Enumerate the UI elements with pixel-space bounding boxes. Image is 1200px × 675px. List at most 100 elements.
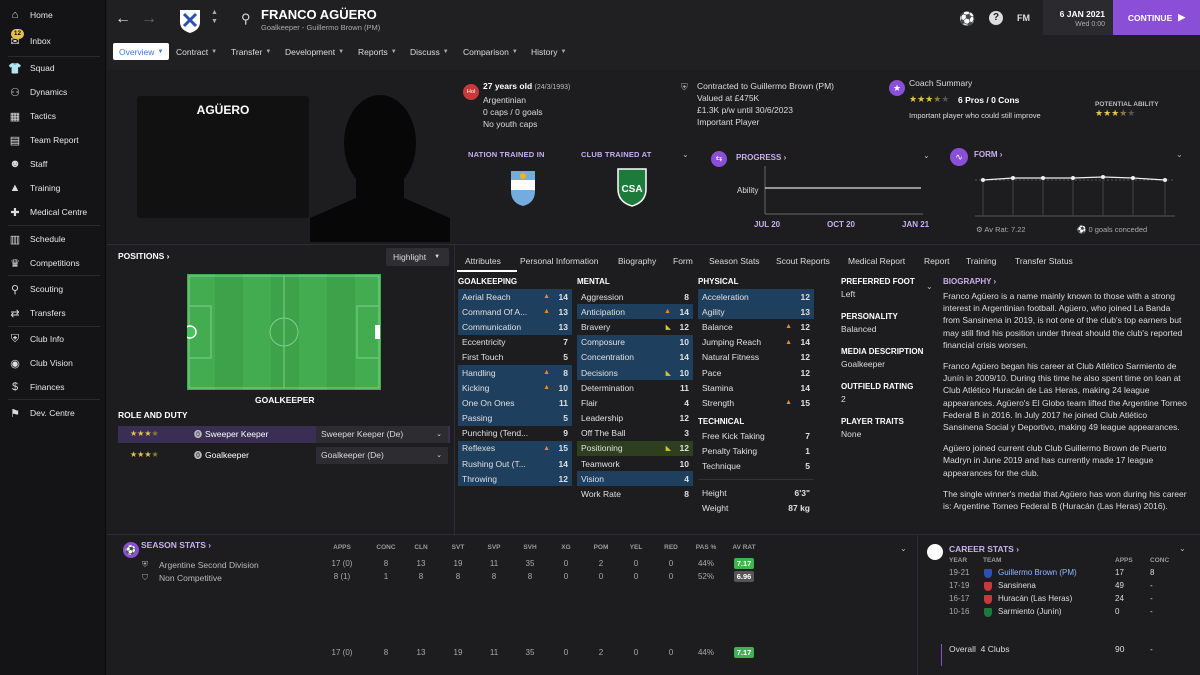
schedule-icon: ▥ (9, 233, 21, 246)
progress-title[interactable]: PROGRESS › (736, 153, 786, 162)
role-row[interactable]: ★★★★ ⓿ Goalkeeper Goalkeeper (De) ⌄ (118, 447, 450, 464)
tab-transfer[interactable]: Transfer ▼ (225, 43, 277, 60)
active-tab-indicator (457, 270, 517, 272)
attribute-row: Aerial Reach ▲ 14 (458, 289, 572, 305)
chevron-down-icon[interactable]: ⌄ (1179, 544, 1186, 553)
tab-contract[interactable]: Contract ▼ (170, 43, 223, 60)
stats-header[interactable]: APPS (325, 544, 359, 551)
tab-reports[interactable]: Reports ▼ (352, 43, 403, 60)
tab-discuss[interactable]: Discuss ▼ (404, 43, 455, 60)
sidebar-item-finances[interactable]: $ Finances (0, 376, 106, 398)
position-label: GOALKEEPER (255, 395, 315, 405)
sidebar-item-club-info[interactable]: ⛨ Club Info (0, 328, 106, 350)
sidebar-item-staff[interactable]: ☻ Staff (0, 153, 106, 175)
attribute-value: 12 (679, 413, 689, 424)
attribute-name: First Touch (462, 352, 504, 363)
career-team[interactable]: Sansinena (998, 581, 1036, 590)
form-title[interactable]: FORM › (974, 150, 1002, 159)
forward-arrow-icon[interactable]: → (141, 10, 157, 28)
biography-title[interactable]: BIOGRAPHY › (943, 277, 1189, 286)
tab-overview[interactable]: Overview ▼ (113, 43, 170, 60)
form-av-rat: ⚙ Av Rat: 7.22 (976, 225, 1026, 234)
subtab-season-stats[interactable]: Season Stats (709, 256, 760, 266)
player-switch-icon[interactable]: ▲ ▼ (211, 8, 218, 26)
stats-header[interactable]: CLN (404, 544, 438, 551)
role-row[interactable]: ★★★★ ⓿ Sweeper Keeper Sweeper Keeper (De… (118, 426, 450, 443)
positions-title[interactable]: POSITIONS › (118, 251, 170, 261)
sidebar-item-home[interactable]: ⌂ Home (0, 4, 106, 26)
tab-comparison[interactable]: Comparison ▼ (457, 43, 524, 60)
subtab-biography[interactable]: Biography (618, 256, 656, 266)
continue-button[interactable]: CONTINUE ▶ (1113, 0, 1200, 35)
sidebar-item-tactics[interactable]: ▦ Tactics (0, 105, 106, 127)
stats-header[interactable]: CONC (369, 544, 403, 551)
sidebar-item-transfers[interactable]: ⇄ Transfers (0, 302, 106, 324)
subtab-personal-information[interactable]: Personal Information (520, 256, 598, 266)
date-box[interactable]: 6 JAN 2021 Wed 0:00 (1043, 0, 1113, 35)
sidebar-item-dev-centre[interactable]: ⚑ Dev. Centre (0, 402, 106, 424)
subtab-medical-report[interactable]: Medical Report (848, 256, 905, 266)
season-stats-title[interactable]: SEASON STATS › (141, 540, 211, 550)
stats-header[interactable]: SVH (513, 544, 547, 551)
career-team[interactable]: Sarmiento (Junín) (998, 607, 1062, 616)
role-select[interactable]: Goalkeeper (De) ⌄ (316, 447, 448, 464)
attribute-row: Balance ▲ 12 (698, 319, 814, 334)
attribute-value: 12 (558, 473, 568, 484)
chevron-down-icon[interactable]: ⌄ (926, 282, 933, 291)
sidebar-item-schedule[interactable]: ▥ Schedule (0, 228, 106, 250)
chevron-down-icon[interactable]: ⌄ (1176, 150, 1183, 159)
stats-cell: 19 (453, 559, 463, 568)
subtab-scout-reports[interactable]: Scout Reports (776, 256, 830, 266)
stats-cell: 8 (1) (333, 572, 351, 581)
subtab-attributes[interactable]: Attributes (465, 256, 501, 266)
player-traits: None (841, 429, 862, 439)
outfield-rating: 2 (841, 394, 846, 404)
sidebar-item-training[interactable]: ▲ Training (0, 177, 106, 199)
stats-header[interactable]: POM (584, 544, 618, 551)
attribute-value: 7 (563, 337, 568, 348)
stats-cell: 7.17 (729, 558, 759, 569)
subtab-form[interactable]: Form (673, 256, 693, 266)
attribute-name: Off The Ball (581, 428, 626, 439)
stats-header[interactable]: YEL (619, 544, 653, 551)
help-icon[interactable]: ? (989, 11, 1003, 25)
chevron-down-icon[interactable]: ⌄ (923, 151, 930, 160)
stats-header[interactable]: AV RAT (727, 544, 761, 551)
highlight-dropdown[interactable]: Highlight ▼ (386, 248, 449, 266)
stats-header[interactable]: PAS % (689, 544, 723, 551)
tab-development[interactable]: Development ▼ (279, 43, 350, 60)
sidebar-item-inbox[interactable]: ✉ 12 Inbox (0, 29, 106, 52)
football-icon[interactable]: ⚽ (959, 11, 975, 27)
sidebar-item-medical-centre[interactable]: ✚ Medical Centre (0, 201, 106, 223)
chevron-down-icon[interactable]: ⌄ (682, 150, 689, 159)
stats-header[interactable]: RED (654, 544, 688, 551)
sidebar-item-club-vision[interactable]: ◉ Club Vision (0, 352, 106, 374)
role-select[interactable]: Sweeper Keeper (De) ⌄ (316, 426, 448, 443)
sidebar-item-scouting[interactable]: ⚲ Scouting (0, 278, 106, 300)
sidebar-item-team-report[interactable]: ▤ Team Report (0, 129, 106, 151)
svg-text:CSA: CSA (621, 184, 642, 195)
subtab-transfer-status[interactable]: Transfer Status (1015, 256, 1073, 266)
fm-menu[interactable]: FM (1017, 13, 1030, 23)
player-age: 27 years old (483, 81, 533, 91)
subtab-training[interactable]: Training (966, 256, 996, 266)
stats-header[interactable]: SVP (477, 544, 511, 551)
career-stats-title[interactable]: CAREER STATS › (949, 544, 1019, 554)
stats-header[interactable]: SVT (441, 544, 475, 551)
search-icon[interactable]: ⚲ (241, 11, 251, 27)
career-team[interactable]: Guillermo Brown (PM) (998, 568, 1077, 577)
chevron-down-icon[interactable]: ⌄ (900, 544, 907, 553)
subtab-report[interactable]: Report (924, 256, 950, 266)
sidebar-item-squad[interactable]: 👕 Squad (0, 57, 106, 79)
sidebar-item-dynamics[interactable]: ⚇ Dynamics (0, 81, 106, 103)
career-apps: 49 (1115, 581, 1124, 590)
sidebar-item-competitions[interactable]: ♛ Competitions (0, 252, 106, 274)
club-trained-label: CLUB TRAINED AT (581, 150, 652, 159)
attribute-value: 5 (563, 413, 568, 424)
back-arrow-icon[interactable]: ← (115, 10, 131, 28)
stats-header[interactable]: XG (549, 544, 583, 551)
inbox-badge: 12 (11, 29, 24, 39)
tab-history[interactable]: History ▼ (525, 43, 572, 60)
attribute-value: 14 (679, 306, 689, 317)
career-team[interactable]: Huracán (Las Heras) (998, 594, 1072, 603)
